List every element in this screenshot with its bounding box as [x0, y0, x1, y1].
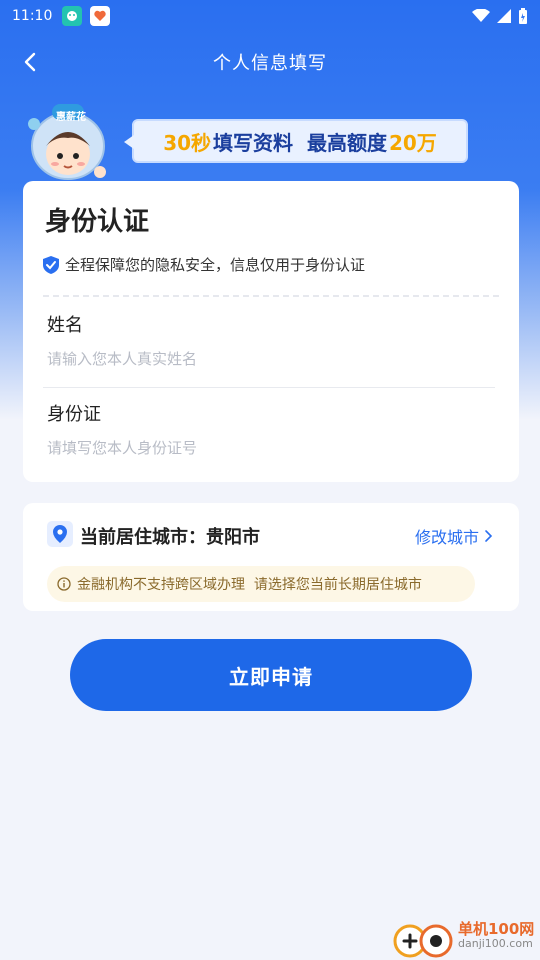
page-title: 个人信息填写	[213, 53, 327, 74]
city-notice-text: 金融机构不支持跨区域办理 请选择您当前长期居住城市	[77, 577, 422, 593]
change-city-link[interactable]: 修改城市	[415, 524, 493, 548]
location-pin-icon	[47, 521, 73, 547]
privacy-notice: 全程保障您的隐私安全，信息仅用于身份认证	[43, 254, 365, 275]
signal-icon	[497, 9, 511, 23]
promo-text: 填写资料 最高额度	[213, 130, 387, 155]
id-number-input[interactable]	[47, 435, 487, 461]
site-watermark: 单机100网 danji100.com	[390, 912, 540, 960]
id-number-label: 身份证	[47, 404, 101, 425]
field-divider	[43, 387, 495, 388]
city-notice: 金融机构不支持跨区域办理 请选择您当前长期居住城市	[47, 566, 475, 602]
watermark-logo-icon	[393, 924, 453, 958]
nav-bar: 个人信息填写	[0, 40, 540, 84]
promo-seconds: 30秒	[163, 130, 212, 155]
shield-check-icon	[43, 255, 59, 274]
name-input[interactable]	[47, 346, 487, 372]
current-city-label: 当前居住城市：贵阳市	[80, 527, 260, 548]
identity-card: 身份认证 全程保障您的隐私安全，信息仅用于身份认证 姓名 身份证	[23, 181, 519, 482]
chevron-right-icon	[485, 530, 493, 542]
privacy-text: 全程保障您的隐私安全，信息仅用于身份认证	[65, 256, 366, 274]
info-icon	[57, 577, 71, 591]
chevron-left-icon	[24, 52, 36, 72]
mascot-illustration: 惠薪花	[22, 98, 112, 186]
section-divider	[43, 295, 499, 297]
city-card: 当前居住城市：贵阳市 修改城市 金融机构不支持跨区域办理 请选择您当前长期居住城…	[23, 503, 519, 611]
status-bar: 11:10	[0, 0, 540, 32]
status-time: 11:10	[12, 8, 53, 24]
mascot-badge: 惠薪花	[56, 112, 86, 123]
back-button[interactable]	[12, 44, 48, 80]
apply-now-button[interactable]: 立即申请	[70, 639, 472, 711]
identity-title: 身份认证	[45, 207, 150, 237]
heart-app-icon	[90, 6, 111, 26]
wifi-icon	[472, 9, 490, 22]
name-label: 姓名	[47, 315, 83, 336]
change-city-label: 修改城市	[414, 528, 479, 547]
battery-icon	[519, 8, 527, 24]
status-indicators	[472, 8, 528, 24]
promo-amount: 20万	[388, 130, 437, 155]
promo-banner: 30秒 填写资料 最高额度 20万	[124, 119, 468, 163]
watermark-title: 单机100网	[458, 920, 535, 939]
app-notification-icon	[62, 6, 83, 26]
watermark-url: danji100.com	[458, 937, 533, 951]
